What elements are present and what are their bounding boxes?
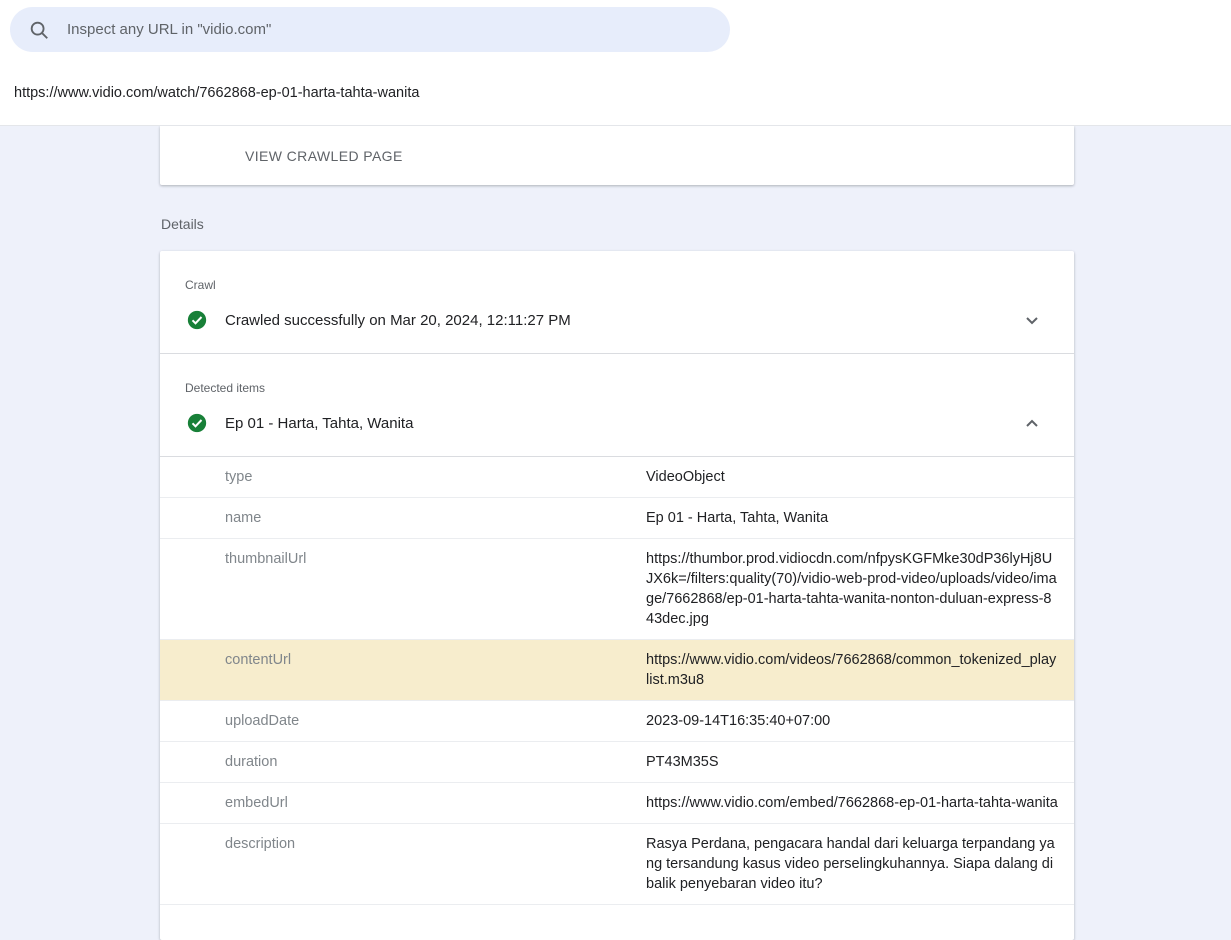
crawl-status-text: Crawled successfully on Mar 20, 2024, 12… — [225, 312, 1020, 329]
url-inspect-input[interactable] — [65, 20, 714, 39]
property-row: description Rasya Perdana, pengacara han… — [160, 824, 1074, 905]
crawl-status-row[interactable]: Crawled successfully on Mar 20, 2024, 12… — [160, 292, 1074, 353]
property-key: uploadDate — [225, 711, 646, 731]
success-check-icon — [187, 310, 207, 330]
property-key: type — [225, 467, 646, 487]
url-inspect-searchbar[interactable] — [10, 7, 730, 52]
property-key: name — [225, 508, 646, 528]
property-value: VideoObject — [646, 467, 1058, 487]
property-key: contentUrl — [225, 650, 646, 690]
content-area: VIEW CRAWLED PAGE Details Crawl Crawled … — [0, 126, 1231, 940]
property-key: duration — [225, 752, 646, 772]
property-row: type VideoObject — [160, 457, 1074, 498]
property-value: https://www.vidio.com/videos/7662868/com… — [646, 650, 1058, 690]
crawled-page-card: VIEW CRAWLED PAGE — [160, 126, 1074, 185]
view-crawled-page-button[interactable]: VIEW CRAWLED PAGE — [245, 148, 403, 164]
details-card: Crawl Crawled successfully on Mar 20, 20… — [160, 251, 1074, 940]
property-row: duration PT43M35S — [160, 742, 1074, 783]
chevron-down-icon[interactable] — [1020, 308, 1044, 332]
detected-item-title: Ep 01 - Harta, Tahta, Wanita — [225, 415, 1020, 432]
inspected-url-text: https://www.vidio.com/watch/7662868-ep-0… — [14, 85, 419, 101]
property-key: embedUrl — [225, 793, 646, 813]
crawl-section-label: Crawl — [160, 251, 1074, 292]
property-row: name Ep 01 - Harta, Tahta, Wanita — [160, 498, 1074, 539]
success-check-icon — [187, 413, 207, 433]
chevron-up-icon[interactable] — [1020, 411, 1044, 435]
property-key: description — [225, 834, 646, 894]
detected-item-row[interactable]: Ep 01 - Harta, Tahta, Wanita — [160, 395, 1074, 456]
property-row: thumbnailUrl https://thumbor.prod.vidioc… — [160, 539, 1074, 640]
property-value: https://www.vidio.com/embed/7662868-ep-0… — [646, 793, 1058, 813]
property-key: thumbnailUrl — [225, 549, 646, 629]
property-value: Ep 01 - Harta, Tahta, Wanita — [646, 508, 1058, 528]
property-value: PT43M35S — [646, 752, 1058, 772]
property-value: https://thumbor.prod.vidiocdn.com/nfpysK… — [646, 549, 1058, 629]
search-icon — [28, 19, 50, 41]
property-row: uploadDate 2023-09-14T16:35:40+07:00 — [160, 701, 1074, 742]
details-heading: Details — [0, 185, 1231, 251]
detected-items-label: Detected items — [160, 354, 1074, 395]
property-value: 2023-09-14T16:35:40+07:00 — [646, 711, 1058, 731]
property-value: Rasya Perdana, pengacara handal dari kel… — [646, 834, 1058, 894]
property-row: contentUrl https://www.vidio.com/videos/… — [160, 640, 1074, 701]
property-row: embedUrl https://www.vidio.com/embed/766… — [160, 783, 1074, 824]
top-header: https://www.vidio.com/watch/7662868-ep-0… — [0, 0, 1231, 126]
properties-table: type VideoObject name Ep 01 - Harta, Tah… — [160, 456, 1074, 905]
